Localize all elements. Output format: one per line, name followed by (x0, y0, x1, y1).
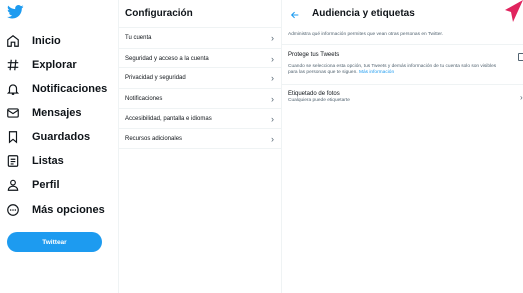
envelope-icon (7, 108, 19, 118)
settings-item-privacidad[interactable]: Privacidad y seguridad › (119, 67, 281, 88)
settings-column: Configuración Tu cuenta › Seguridad y ac… (119, 0, 281, 293)
detail-panel: Audiencia y etiquetas Administra qué inf… (282, 0, 523, 293)
protect-tweets-text-line2: para las personas que te siguen. Más inf… (288, 70, 394, 76)
chevron-right-icon: › (271, 94, 274, 104)
photo-tagging-title[interactable]: Etiquetado de fotos (288, 91, 340, 97)
nav-label-mas-opciones: Más opciones (32, 204, 105, 216)
detail-description: Administra qué información permites que … (288, 32, 444, 37)
nav-item-listas[interactable]: Listas (6, 152, 64, 170)
bell-icon (6, 84, 20, 95)
hashtag-icon (7, 59, 19, 71)
settings-title: Configuración (125, 8, 193, 19)
detail-title: Audiencia y etiquetas (312, 8, 415, 19)
settings-item-label: Recursos adicionales (125, 135, 183, 142)
mouse-cursor-icon (505, 0, 523, 22)
settings-item-seguridad[interactable]: Seguridad y acceso a la cuenta › (119, 48, 281, 69)
nav-label-inicio: Inicio (32, 35, 61, 47)
nav-item-notificaciones[interactable]: Notificaciones (6, 80, 107, 98)
chevron-right-icon: › (520, 93, 523, 102)
chevron-right-icon: › (271, 73, 274, 83)
chevron-right-icon: › (271, 54, 274, 64)
bookmark-icon (8, 131, 18, 144)
chevron-right-icon: › (271, 33, 274, 43)
nav-label-perfil: Perfil (32, 179, 60, 191)
tweet-button[interactable]: Twittear (7, 232, 102, 252)
nav-item-mas-opciones[interactable]: Más opciones (6, 201, 105, 219)
nav-item-perfil[interactable]: Perfil (6, 176, 60, 194)
separator (282, 44, 523, 45)
nav-label-guardados: Guardados (32, 131, 91, 143)
settings-item-label: Seguridad y acceso a la cuenta (125, 56, 209, 62)
nav-item-guardados[interactable]: Guardados (6, 128, 90, 146)
nav-item-explorar[interactable]: Explorar (6, 56, 77, 74)
nav-label-mensajes: Mensajes (32, 107, 82, 119)
nav-label-listas: Listas (32, 155, 64, 167)
settings-item-notificaciones[interactable]: Notificaciones › (119, 88, 281, 109)
settings-item-recursos[interactable]: Recursos adicionales › (119, 128, 281, 149)
more-circle-icon (7, 204, 19, 216)
learn-more-link[interactable]: Más información (359, 70, 394, 75)
protect-tweets-text: para las personas que te siguen. (288, 70, 358, 75)
nav-item-inicio[interactable]: Inicio (6, 32, 61, 50)
twitter-logo-icon[interactable] (7, 5, 24, 19)
nav-label-explorar: Explorar (32, 59, 77, 71)
settings-item-label: Tu cuenta (125, 35, 152, 41)
home-icon (7, 35, 19, 47)
photo-tagging-subtitle: Cualquiera puede etiquetarte (288, 98, 350, 103)
nav-label-notificaciones: Notificaciones (32, 83, 108, 95)
settings-item-accesibilidad[interactable]: Accesibilidad, pantalla e idiomas › (119, 108, 281, 129)
back-arrow-icon[interactable] (290, 10, 300, 20)
nav-item-mensajes[interactable]: Mensajes (6, 104, 82, 122)
person-icon (7, 179, 19, 191)
settings-item-tu-cuenta[interactable]: Tu cuenta › (119, 27, 281, 48)
chevron-right-icon: › (271, 133, 274, 144)
settings-item-label: Accesibilidad, pantalla e idiomas (125, 116, 212, 122)
settings-item-label: Notificaciones (125, 96, 163, 102)
chevron-right-icon: › (271, 114, 274, 124)
protect-tweets-checkbox[interactable] (518, 53, 523, 61)
protect-tweets-title: Protege tus Tweets (288, 52, 340, 58)
separator (282, 84, 523, 85)
left-nav: Inicio Explorar Notificaciones Mensajes … (0, 0, 118, 293)
list-icon (7, 155, 19, 167)
settings-item-label: Privacidad y seguridad (125, 75, 186, 81)
